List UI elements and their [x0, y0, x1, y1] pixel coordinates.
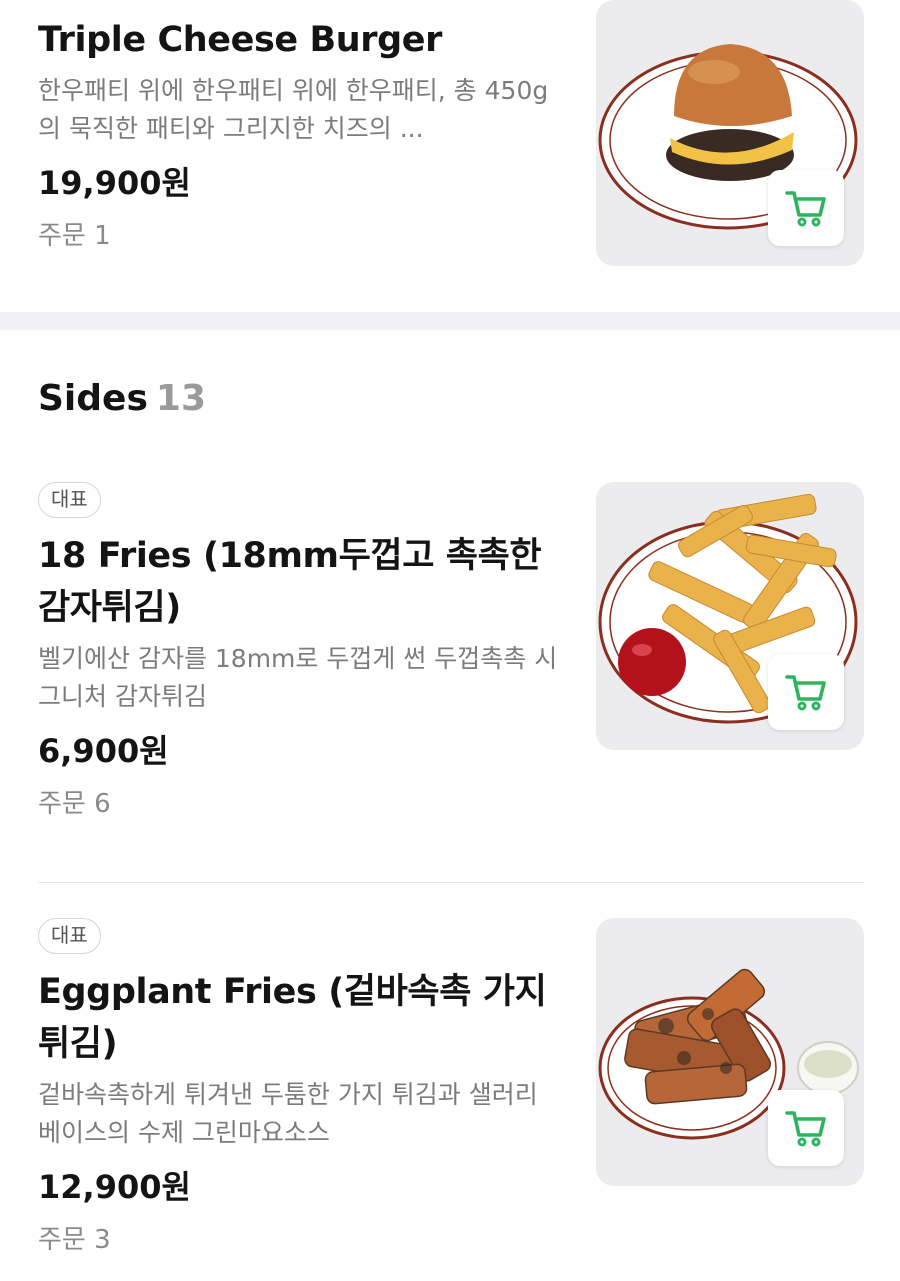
menu-item-description: 한우패티 위에 한우패티 위에 한우패티, 총 450g의 묵직한 패티와 그리…: [38, 76, 549, 143]
menu-item-name: Triple Cheese Burger: [38, 20, 443, 60]
menu-item-order-count: 주문 3: [38, 1225, 111, 1255]
signature-badge: 대표: [38, 918, 101, 954]
eggplant-fries-photo[interactable]: [596, 918, 864, 1186]
add-to-cart-button[interactable]: [768, 170, 844, 246]
menu-item-price: 12,900원: [38, 1168, 191, 1206]
add-to-cart-button[interactable]: [768, 1090, 844, 1166]
menu-item-text: Triple Cheese Burger 한우패티 위에 한우패티 위에 한우패…: [38, 14, 558, 254]
menu-item-price: 19,900원: [38, 164, 191, 202]
cart-icon: [785, 191, 826, 227]
section-title: Sides: [38, 378, 148, 419]
menu-page: Triple Cheese Burger 한우패티 위에 한우패티 위에 한우패…: [0, 0, 900, 1281]
menu-item-eggplant-fries[interactable]: 대표 Eggplant Fries (겉바속촉 가지 튀김) 겉바속촉하게 튀겨…: [0, 918, 900, 1281]
signature-badge: 대표: [38, 482, 101, 518]
menu-item-name: 18 Fries (18mm두껍고 촉촉한 감자튀김): [38, 536, 542, 628]
menu-item-triple-cheese-burger[interactable]: Triple Cheese Burger 한우패티 위에 한우패티 위에 한우패…: [0, 0, 900, 300]
menu-item-text: 대표 Eggplant Fries (겉바속촉 가지 튀김) 겉바속촉하게 튀겨…: [38, 918, 558, 1258]
menu-item-description: 겉바속촉하게 튀겨낸 두툼한 가지 튀김과 샐러리 베이스의 수제 그린마요소스: [38, 1080, 538, 1147]
menu-item-order-count: 주문 1: [38, 221, 111, 251]
section-separator: [0, 312, 900, 330]
cart-icon: [785, 1111, 826, 1147]
menu-item-order-count: 주문 6: [38, 789, 111, 819]
add-to-cart-button[interactable]: [768, 654, 844, 730]
burger-photo[interactable]: [596, 0, 864, 266]
section-title-sides: Sides 13: [38, 378, 206, 419]
cart-icon: [785, 675, 826, 711]
menu-item-price: 6,900원: [38, 732, 169, 770]
menu-item-18-fries[interactable]: 대표 18 Fries (18mm두껍고 촉촉한 감자튀김) 벨기에산 감자를 …: [0, 482, 900, 852]
menu-item-description: 벨기에산 감자를 18mm로 두껍게 썬 두껍촉촉 시그니처 감자튀김: [38, 644, 558, 711]
menu-item-name: Eggplant Fries (겉바속촉 가지 튀김): [38, 972, 547, 1064]
menu-item-text: 대표 18 Fries (18mm두껍고 촉촉한 감자튀김) 벨기에산 감자를 …: [38, 482, 558, 822]
fries-photo[interactable]: [596, 482, 864, 750]
section-item-count: 13: [155, 378, 206, 419]
item-divider: [38, 882, 864, 883]
